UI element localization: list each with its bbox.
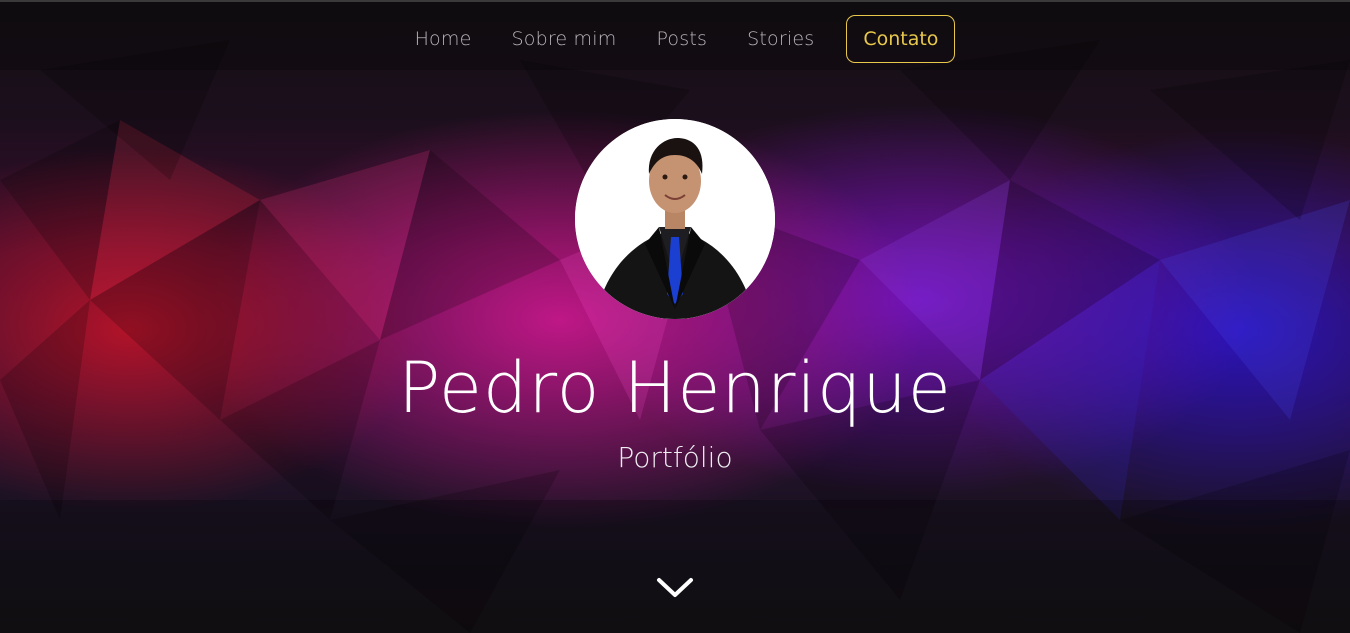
hero-section: Home Sobre mim Posts Stories Contato Ped…	[0, 0, 1350, 633]
hero-subtitle: Portfólio	[617, 441, 733, 474]
top-border	[0, 0, 1350, 2]
profile-photo	[575, 119, 775, 319]
profile-avatar	[575, 119, 775, 319]
hero-name: Pedro Henrique	[398, 347, 952, 429]
nav-item-stories[interactable]: Stories	[727, 15, 834, 63]
nav-item-sobre-mim[interactable]: Sobre mim	[491, 15, 636, 63]
nav-item-posts[interactable]: Posts	[636, 15, 727, 63]
nav-item-home[interactable]: Home	[395, 15, 492, 63]
contact-button[interactable]: Contato	[846, 15, 956, 63]
main-nav: Home Sobre mim Posts Stories Contato	[0, 15, 1350, 63]
chevron-down-icon[interactable]	[655, 575, 695, 601]
